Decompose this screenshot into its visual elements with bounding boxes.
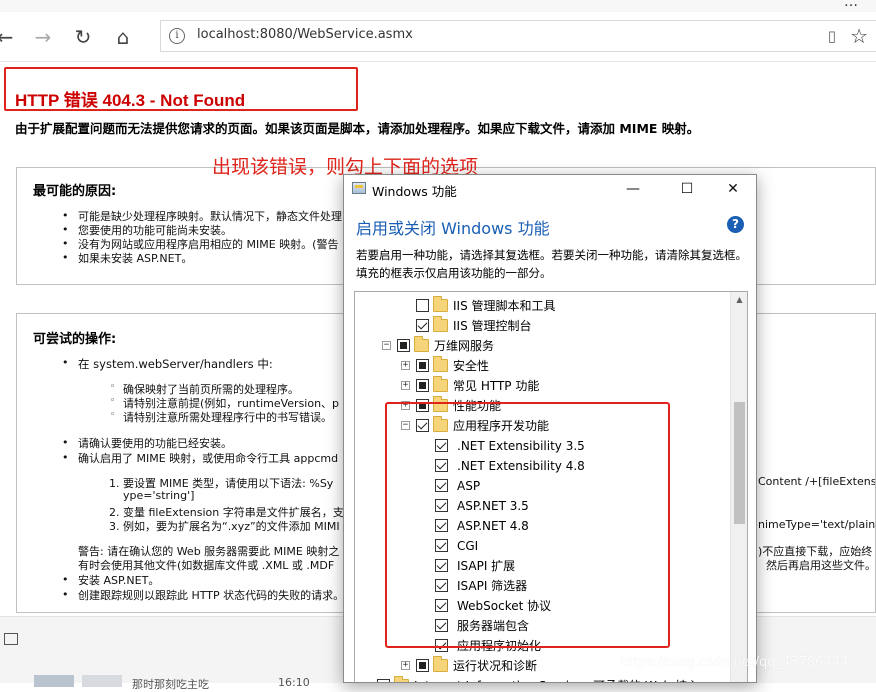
feature-label: 安全性 — [453, 359, 490, 373]
thumbnail — [34, 675, 74, 687]
feature-checkbox[interactable] — [416, 299, 429, 312]
expand-plus-icon[interactable]: + — [401, 381, 410, 390]
browser-toolbar: ← → ↻ ⌂ i localhost:8080/WebService.asmx… — [0, 12, 876, 62]
arrow-right-icon[interactable]: → — [30, 24, 56, 50]
address-bar[interactable]: i localhost:8080/WebService.asmx ▯ ☆ — [160, 20, 876, 52]
handlers-line: 在 system.webServer/handlers 中: — [78, 357, 273, 371]
step-line-right: nimeType='text/plain — [758, 518, 876, 531]
page-error-title: HTTP 错误 404.3 - Not Found — [15, 91, 246, 110]
bullet: • — [62, 251, 69, 264]
folder-icon — [433, 376, 448, 392]
step-line: ype='string'] — [123, 489, 195, 502]
feature-row[interactable]: Internet Information Services 可承载的 Web 核… — [355, 676, 731, 682]
bullet: • — [62, 356, 69, 369]
dialog-title: Windows 功能 — [372, 184, 457, 199]
thumbnail — [82, 675, 122, 687]
feature-row[interactable]: IIS 管理脚本和工具 — [355, 296, 731, 316]
install-aspnet-line: 安装 ASP.NET。 — [78, 574, 160, 587]
feature-checkbox[interactable] — [377, 679, 390, 682]
reading-view-icon[interactable]: ▯ — [828, 27, 836, 45]
help-icon[interactable]: ? — [727, 216, 744, 233]
feature-checkbox[interactable] — [397, 339, 410, 352]
favorite-star-icon[interactable]: ☆ — [850, 24, 868, 48]
home-icon[interactable]: ⌂ — [110, 24, 136, 50]
bullet: • — [62, 573, 69, 586]
feature-checkbox[interactable] — [416, 379, 429, 392]
verify-mime-line: 确认启用了 MIME 映射，或使用命令行工具 appcmd — [78, 452, 339, 465]
feature-checkbox[interactable] — [416, 319, 429, 332]
bullet: • — [62, 436, 69, 449]
folder-icon — [433, 296, 448, 312]
watermark: https://blog.csdn.net/qq_43786444 — [620, 655, 849, 670]
actions-title: 可尝试的操作: — [33, 332, 117, 347]
folder-icon — [433, 656, 448, 672]
dialog-titlebar[interactable]: Windows 功能 — ☐ ✕ — [344, 175, 756, 203]
bullet: • — [62, 451, 69, 464]
feature-label: 万维网服务 — [434, 339, 495, 353]
collapse-minus-icon[interactable]: − — [382, 341, 391, 350]
folder-icon — [414, 336, 429, 352]
bullet: • — [62, 237, 69, 250]
trace-line: 创建跟踪规则以跟踪此 HTTP 状态代码的失败的请求。 — [78, 589, 345, 602]
dialog-heading: 启用或关闭 Windows 功能 — [356, 219, 550, 238]
scroll-up-arrow-icon[interactable]: ▲ — [731, 292, 747, 308]
warning-line: 有时会使用其他文件(如数据库文件或 .XML 或 .MDF — [78, 559, 335, 572]
tree-scrollbar[interactable]: ▲ — [730, 292, 747, 682]
folder-icon — [394, 676, 409, 682]
feature-label: 运行状况和诊断 — [453, 659, 538, 673]
expand-plus-icon[interactable]: + — [401, 361, 410, 370]
close-button[interactable]: ✕ — [718, 177, 748, 201]
window-top-strip: … — [0, 0, 876, 12]
bullet: • — [62, 588, 69, 601]
handlers-sub-item: 请特别注意所需处理程序行中的书写错误。 — [123, 411, 332, 424]
refresh-icon[interactable]: ↻ — [70, 24, 96, 50]
expand-plus-icon[interactable]: + — [401, 661, 410, 670]
feature-checkbox[interactable] — [416, 359, 429, 372]
causes-title: 最可能的原因: — [33, 184, 117, 199]
scrollbar-thumb[interactable] — [734, 402, 745, 524]
url-text[interactable]: localhost:8080/WebService.asmx — [197, 27, 413, 42]
feature-row[interactable]: + 安全性 — [355, 356, 731, 376]
minimize-button[interactable]: — — [618, 177, 648, 201]
warning-line-right: 然后再启用这些文件。 — [766, 559, 876, 572]
step-line-right: Content /+[fileExtens — [758, 475, 876, 488]
bullet: • — [62, 223, 69, 236]
feature-label: 常见 HTTP 功能 — [453, 379, 540, 393]
bullet: ◦ — [110, 410, 116, 420]
step-line: 3. 例如，要为扩展名为“.xyz”的文件添加 MIMI — [109, 520, 340, 533]
feature-row[interactable]: − 万维网服务 — [355, 336, 731, 356]
feature-label: IIS 管理脚本和工具 — [453, 299, 556, 313]
cause-item: 如果未安装 ASP.NET。 — [78, 252, 193, 265]
bullet: ◦ — [110, 396, 116, 406]
bullet: • — [62, 209, 69, 222]
site-info-icon[interactable]: i — [169, 28, 185, 44]
selection-highlight — [385, 402, 670, 648]
folder-icon — [433, 316, 448, 332]
feature-row[interactable]: IIS 管理控制台 — [355, 316, 731, 336]
verify-installed-line: 请确认要使用的功能已经安装。 — [78, 437, 232, 450]
window-icon[interactable] — [4, 633, 18, 645]
arrow-left-icon[interactable]: ← — [0, 24, 18, 50]
error-summary: 由于扩展配置问题而无法提供您请求的页面。如果该页面是脚本，请添加处理程序。如果应… — [15, 121, 700, 136]
feature-row[interactable]: + 常见 HTTP 功能 — [355, 376, 731, 396]
feature-label: IIS 管理控制台 — [453, 319, 532, 333]
folder-icon — [433, 356, 448, 372]
feature-checkbox[interactable] — [416, 659, 429, 672]
more-menu-icon[interactable]: … — [844, 0, 860, 10]
dialog-description: 若要启用一种功能，请选择其复选框。若要关闭一种功能，请清除其复选框。填充的框表示… — [356, 248, 747, 280]
maximize-button[interactable]: ☐ — [672, 177, 702, 201]
feature-label: Internet Information Services 可承载的 Web 核… — [414, 676, 699, 682]
windows-features-icon — [352, 182, 366, 194]
taskbar-item[interactable]: 那时那刻吃主吃 — [132, 676, 209, 692]
bullet: ◦ — [110, 382, 116, 392]
